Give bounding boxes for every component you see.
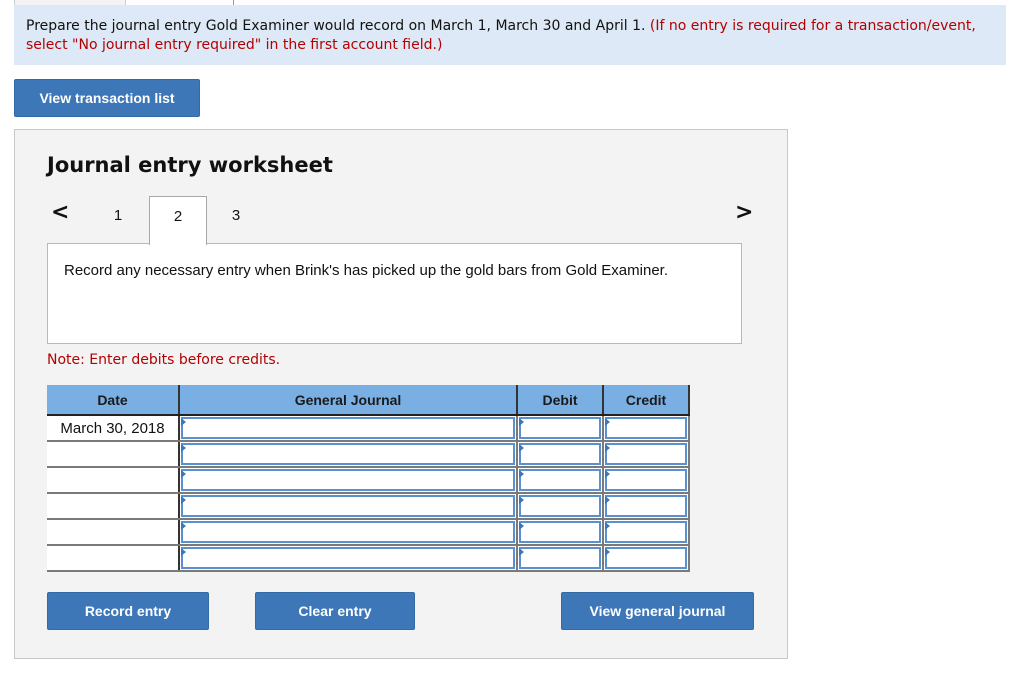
journal-row — [47, 545, 690, 572]
field-marker-icon — [181, 470, 186, 478]
field-marker-icon — [181, 496, 186, 504]
journal-table: Date General Journal Debit Credit March … — [47, 385, 690, 572]
field-marker-icon — [181, 418, 186, 426]
debit-cell — [517, 545, 604, 572]
debit-cell — [517, 493, 604, 520]
account-select[interactable] — [181, 469, 515, 491]
debit-input[interactable] — [519, 443, 601, 465]
credit-input[interactable] — [605, 417, 687, 439]
debit-input[interactable] — [519, 547, 601, 569]
account-select[interactable] — [181, 495, 515, 517]
header-debit: Debit — [517, 385, 604, 416]
credit-input[interactable] — [605, 521, 687, 543]
account-select[interactable] — [181, 547, 515, 569]
field-marker-icon — [181, 548, 186, 556]
debit-credit-note: Note: Enter debits before credits. — [47, 352, 281, 368]
journal-row — [47, 493, 690, 520]
field-marker-icon — [181, 522, 186, 530]
journal-entry-worksheet: Journal entry worksheet < 1 2 3 > Record… — [14, 129, 788, 659]
header-credit: Credit — [603, 385, 690, 416]
account-cell — [179, 441, 518, 468]
credit-input[interactable] — [605, 443, 687, 465]
tab-3[interactable]: 3 — [207, 196, 265, 244]
clear-entry-button[interactable]: Clear entry — [255, 592, 415, 630]
field-marker-icon — [605, 470, 610, 478]
field-marker-icon — [519, 418, 524, 426]
date-cell — [47, 545, 180, 572]
debit-input[interactable] — [519, 417, 601, 439]
account-select[interactable] — [181, 521, 515, 543]
tab-2[interactable]: 2 — [149, 196, 207, 245]
account-select[interactable] — [181, 417, 515, 439]
debit-cell — [517, 441, 604, 468]
field-marker-icon — [605, 522, 610, 530]
journal-row — [47, 467, 690, 494]
field-marker-icon — [519, 522, 524, 530]
journal-row: March 30, 2018 — [47, 415, 690, 442]
account-select[interactable] — [181, 443, 515, 465]
credit-cell — [603, 415, 690, 442]
date-cell: March 30, 2018 — [47, 415, 180, 442]
account-cell — [179, 545, 518, 572]
account-cell — [179, 415, 518, 442]
transaction-prompt: Record any necessary entry when Brink's … — [47, 243, 742, 344]
credit-cell — [603, 467, 690, 494]
journal-header-row: Date General Journal Debit Credit — [47, 385, 690, 416]
instructions-banner: Prepare the journal entry Gold Examiner … — [14, 5, 1006, 65]
debit-cell — [517, 519, 604, 546]
credit-cell — [603, 545, 690, 572]
view-general-journal-button[interactable]: View general journal — [561, 592, 754, 630]
view-transaction-list-button[interactable]: View transaction list — [14, 79, 200, 117]
field-marker-icon — [605, 444, 610, 452]
account-cell — [179, 467, 518, 494]
debit-cell — [517, 415, 604, 442]
debit-cell — [517, 467, 604, 494]
credit-input[interactable] — [605, 495, 687, 517]
credit-input[interactable] — [605, 547, 687, 569]
debit-input[interactable] — [519, 469, 601, 491]
debit-input[interactable] — [519, 521, 601, 543]
account-cell — [179, 519, 518, 546]
header-general-journal: General Journal — [179, 385, 518, 416]
chevron-right-icon[interactable]: > — [735, 200, 753, 225]
header-date: Date — [47, 385, 180, 416]
field-marker-icon — [519, 444, 524, 452]
credit-cell — [603, 493, 690, 520]
journal-row — [47, 441, 690, 468]
chevron-left-icon[interactable]: < — [51, 200, 69, 225]
tab-1[interactable]: 1 — [89, 196, 147, 244]
field-marker-icon — [519, 548, 524, 556]
date-cell — [47, 519, 180, 546]
field-marker-icon — [519, 496, 524, 504]
date-cell — [47, 493, 180, 520]
instructions-text: Prepare the journal entry Gold Examiner … — [26, 18, 646, 34]
debit-input[interactable] — [519, 495, 601, 517]
field-marker-icon — [605, 418, 610, 426]
account-cell — [179, 493, 518, 520]
field-marker-icon — [605, 548, 610, 556]
credit-input[interactable] — [605, 469, 687, 491]
record-entry-button[interactable]: Record entry — [47, 592, 209, 630]
journal-row — [47, 519, 690, 546]
credit-cell — [603, 441, 690, 468]
worksheet-title: Journal entry worksheet — [47, 153, 333, 177]
field-marker-icon — [519, 470, 524, 478]
field-marker-icon — [605, 496, 610, 504]
field-marker-icon — [181, 444, 186, 452]
date-cell — [47, 441, 180, 468]
date-cell — [47, 467, 180, 494]
credit-cell — [603, 519, 690, 546]
